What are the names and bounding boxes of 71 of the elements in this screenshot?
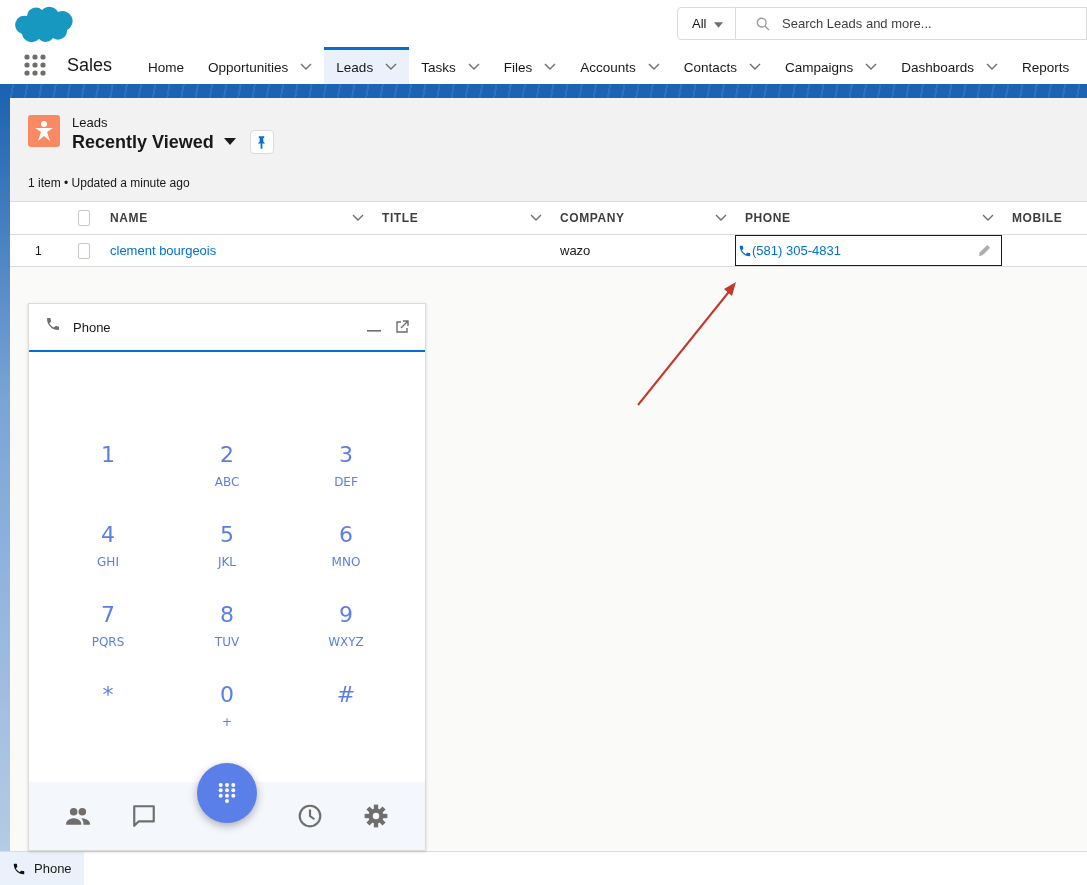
dialpad-key[interactable]: 5 JKL (167, 522, 287, 569)
chevron-down-icon[interactable] (544, 63, 557, 71)
column-header[interactable]: TITLE (382, 211, 419, 225)
phone-icon (738, 243, 752, 258)
dialpad-key[interactable]: 8 TUV (167, 602, 287, 649)
dialpad-button[interactable] (197, 763, 257, 823)
chevron-down-icon[interactable] (715, 214, 727, 222)
chat-icon[interactable] (131, 803, 157, 829)
nav-tab[interactable]: Campaigns (773, 47, 890, 84)
row-number: 1 (35, 243, 42, 258)
list-status: 1 item • Updated a minute ago (28, 176, 191, 190)
column-header[interactable]: MOBILE (1012, 211, 1063, 225)
chevron-down-icon[interactable] (749, 63, 761, 71)
phone-link[interactable]: (581) 305-4831 (738, 243, 841, 258)
row-checkbox[interactable] (78, 242, 90, 259)
phone-cell[interactable]: (581) 305-4831 (735, 235, 1002, 266)
dialpad-key[interactable]: 0 + (167, 682, 287, 729)
lead-name-link[interactable]: clement bourgeois (110, 243, 217, 258)
select-all-checkbox[interactable] (78, 210, 90, 226)
utility-bar-item[interactable]: Phone (0, 852, 84, 885)
caret-icon[interactable] (223, 138, 236, 146)
table-cell: wazo (560, 243, 591, 258)
app-name: Sales (67, 55, 113, 76)
settings-icon[interactable] (363, 803, 389, 829)
chevron-down-icon[interactable] (385, 63, 398, 71)
popout-icon[interactable] (395, 320, 409, 334)
nav-tab[interactable]: Accounts (568, 47, 672, 84)
chevron-down-icon[interactable] (352, 214, 364, 222)
chevron-down-icon[interactable] (865, 63, 878, 71)
chevron-down-icon[interactable] (530, 214, 542, 222)
lead-icon (28, 115, 60, 147)
nav-tab[interactable]: Contacts (671, 47, 773, 84)
dialpad-icon (218, 782, 236, 804)
chevron-down-icon[interactable] (647, 63, 660, 71)
dialpad-key[interactable]: 4 GHI (48, 522, 168, 569)
chevron-down-icon[interactable] (467, 63, 480, 71)
column-header[interactable]: NAME (110, 211, 148, 225)
dialpad-key[interactable]: 9 WXYZ (286, 602, 406, 649)
nav-tab[interactable]: Reports (1010, 47, 1082, 84)
dialpad-key[interactable]: 3 DEF (286, 442, 406, 489)
app-launcher-icon[interactable] (24, 54, 46, 76)
dialpad-key[interactable]: * (48, 682, 168, 707)
nav-tab[interactable]: Tasks (409, 47, 492, 84)
dialpad-key[interactable]: 7 PQRS (48, 602, 168, 649)
chevron-down-icon[interactable] (986, 63, 999, 71)
phone-icon (12, 861, 26, 876)
panel-title: Phone (73, 319, 112, 335)
pin-button[interactable] (249, 130, 274, 154)
dialpad-key[interactable]: 2 ABC (167, 442, 287, 489)
dialpad-key[interactable]: 6 MNO (286, 522, 406, 569)
dialpad-key[interactable]: 1 (48, 442, 168, 467)
search-icon (756, 16, 771, 31)
search-scope-dropdown[interactable]: All (677, 7, 737, 40)
clock-icon[interactable] (297, 803, 323, 829)
nav-tab[interactable]: Leads (324, 47, 410, 84)
nav-tab[interactable]: Home (136, 47, 197, 84)
minimize-icon[interactable] (367, 329, 381, 333)
chevron-down-icon[interactable] (982, 214, 994, 222)
dialpad-key[interactable]: # (286, 682, 406, 707)
nav-tab[interactable]: Opportunities (196, 47, 325, 84)
caret-icon (714, 21, 724, 28)
list-view-title[interactable]: Recently Viewed (72, 131, 214, 153)
chevron-down-icon[interactable] (300, 63, 313, 71)
nav-tab[interactable]: Files (491, 47, 569, 84)
search-box[interactable]: Search Leads and more... (736, 7, 1087, 40)
column-header[interactable]: PHONE (745, 211, 791, 225)
pin-icon (257, 135, 267, 149)
column-header[interactable]: COMPANY (560, 211, 625, 225)
nav-tab[interactable]: Dashboards (889, 47, 1011, 84)
object-label: Leads (72, 115, 109, 130)
phone-icon (45, 316, 61, 332)
